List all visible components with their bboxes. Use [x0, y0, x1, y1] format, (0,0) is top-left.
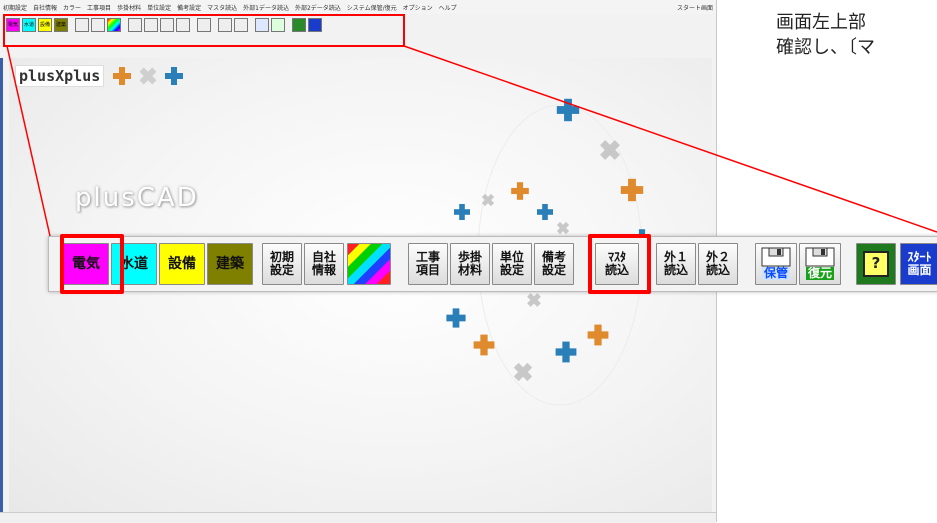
- master-highlight: [588, 234, 651, 294]
- start-line2: 画面: [907, 263, 932, 277]
- jisha-joho-button[interactable]: 自社 情報: [304, 243, 344, 285]
- fukugen-label: 復元: [805, 266, 834, 280]
- koji-line2: 項目: [415, 263, 440, 277]
- shoki-settei-button[interactable]: 初期 設定: [262, 243, 302, 285]
- jisha-line2: 情報: [311, 263, 336, 277]
- bugake-zairyo-button[interactable]: 歩掛 材料: [450, 243, 490, 285]
- tani-line2: 設定: [499, 263, 524, 277]
- kenchiku-button[interactable]: 建築: [207, 243, 253, 285]
- question-mark-icon: ?: [863, 251, 889, 277]
- floppy-disk-icon: [761, 247, 791, 267]
- tani-settei-button[interactable]: 単位 設定: [492, 243, 532, 285]
- small-toolbar-highlight: [3, 14, 405, 47]
- start-screen-button[interactable]: ｽﾀｰﾄ 画面: [900, 243, 937, 285]
- floppy-disk-icon: [805, 247, 835, 267]
- biko-line2: 設定: [541, 263, 566, 277]
- help-button[interactable]: ?: [856, 243, 896, 285]
- denki-highlight: [60, 234, 124, 294]
- gai1-yomikomi-button[interactable]: 外１ 読込: [656, 243, 696, 285]
- callout-line-left: [6, 45, 51, 237]
- biko-settei-button[interactable]: 備考 設定: [534, 243, 574, 285]
- shoki-line2: 設定: [269, 263, 294, 277]
- gai2-line2: 読込: [705, 263, 730, 277]
- setsubi-button[interactable]: 設備: [159, 243, 205, 285]
- callout-line-right: [403, 45, 937, 233]
- koji-komoku-button[interactable]: 工事 項目: [408, 243, 448, 285]
- hokan-button[interactable]: 保管: [755, 243, 797, 285]
- bugake-line2: 材料: [457, 263, 482, 277]
- enlarged-toolbar: 電気 水道 設備 建築 初期 設定 自社 情報 工事 項目 歩掛 材料 単位 設…: [48, 234, 937, 294]
- gai2-yomikomi-button[interactable]: 外２ 読込: [698, 243, 738, 285]
- fukugen-button[interactable]: 復元: [799, 243, 841, 285]
- color-settings-button[interactable]: [347, 243, 391, 285]
- hokan-label: 保管: [761, 266, 790, 280]
- gai1-line2: 読込: [663, 263, 688, 277]
